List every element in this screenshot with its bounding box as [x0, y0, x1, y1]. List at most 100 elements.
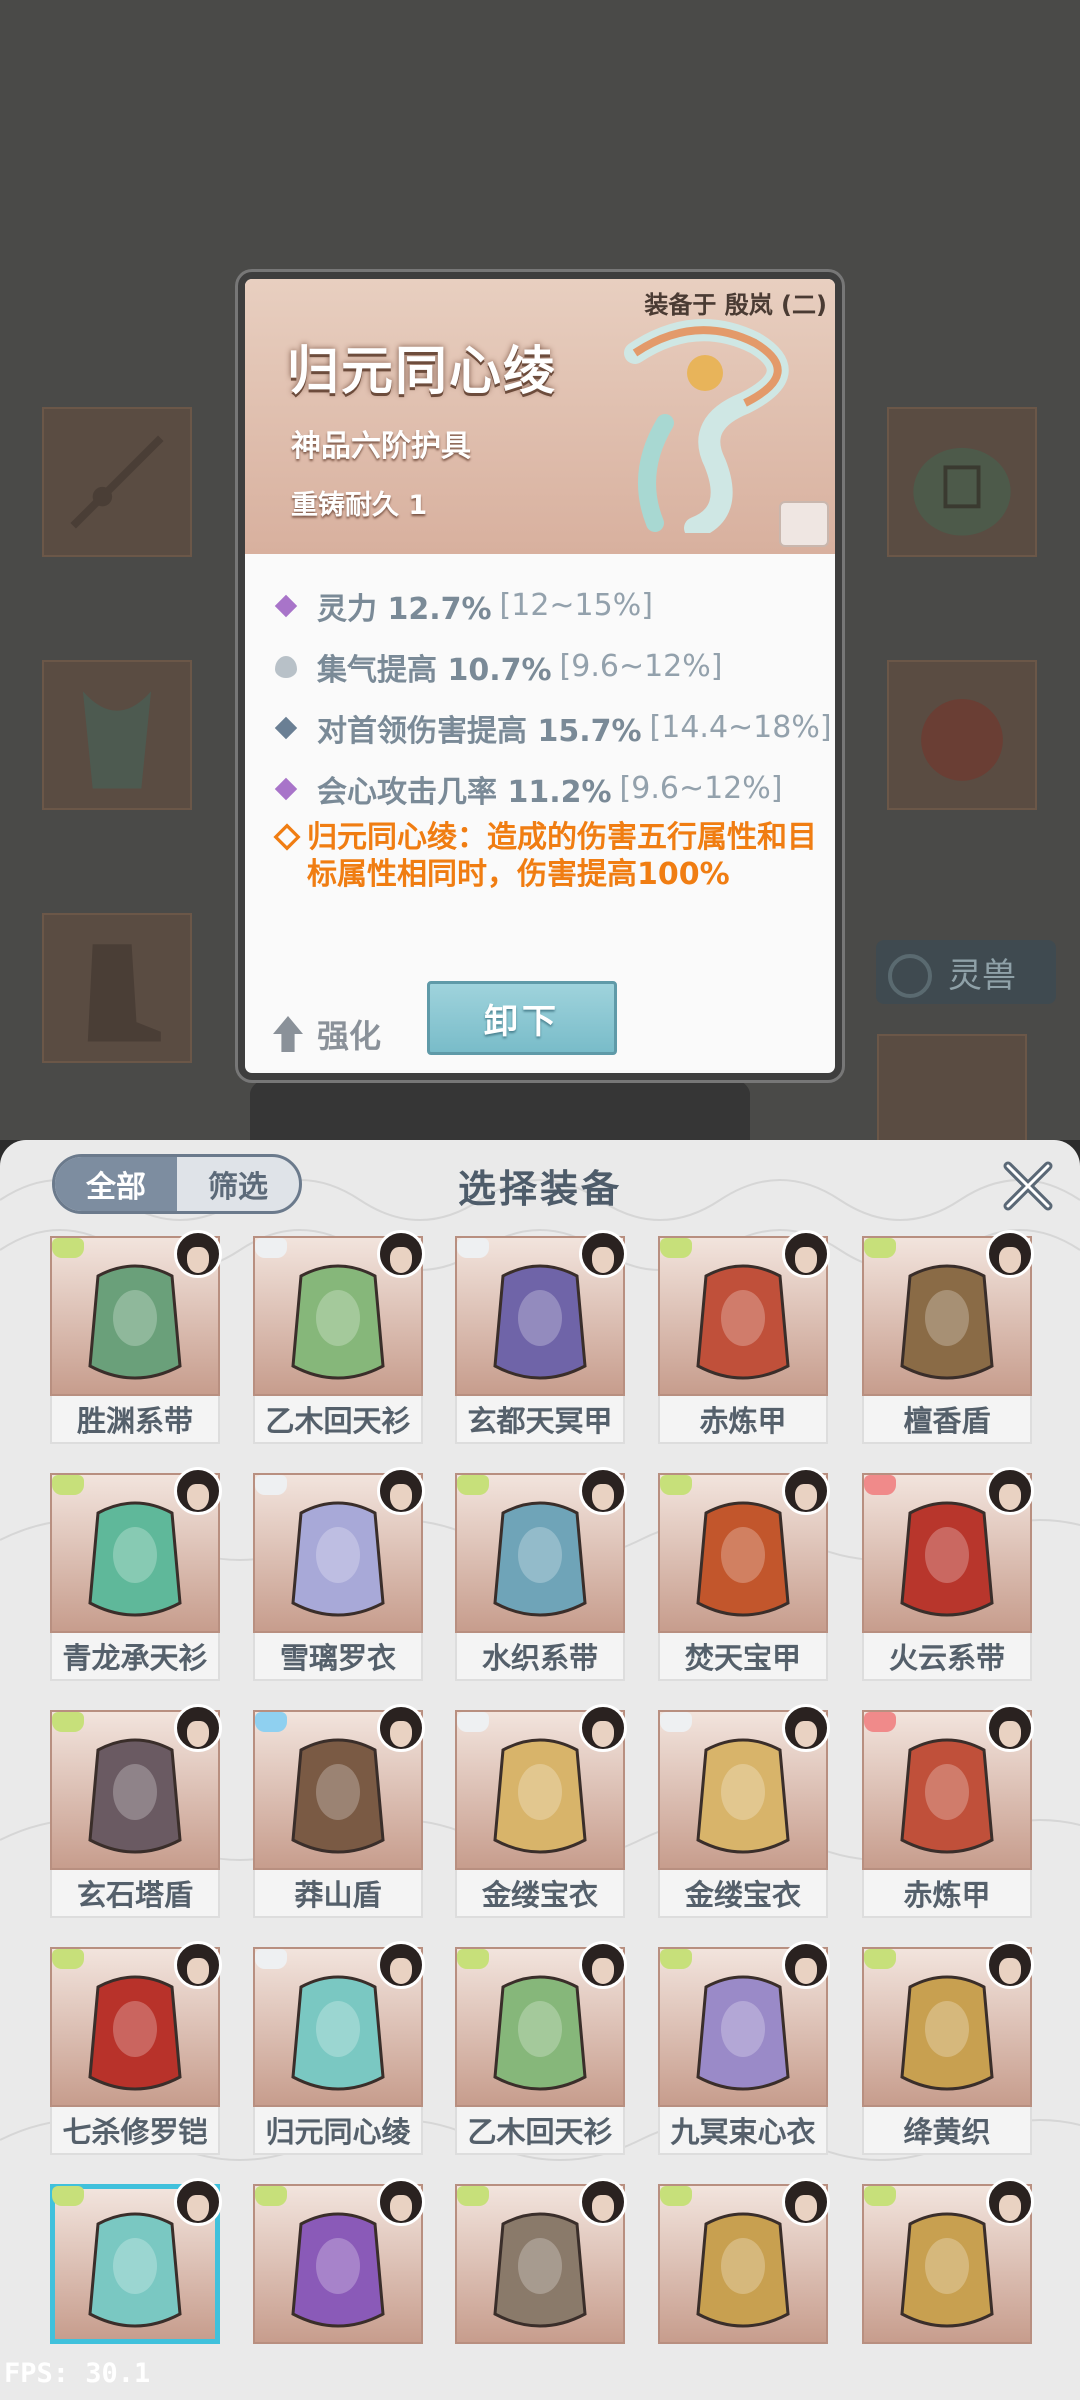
pet-tab-label: 灵兽 — [948, 955, 1016, 996]
equipment-name: 胜渊系带 — [50, 1396, 220, 1444]
stat-text: 灵力 12.7% — [317, 591, 492, 627]
equipment-card[interactable]: 九冥束心衣 — [658, 1941, 830, 2157]
attribute-badge-icon — [457, 1475, 489, 1495]
arrow-up-icon — [273, 1016, 303, 1052]
equipment-card[interactable] — [455, 2178, 627, 2394]
equipment-card[interactable]: 胜渊系带 — [50, 1230, 222, 1446]
equipment-art-icon — [88, 1975, 182, 2091]
equipment-name: 檀香盾 — [862, 1396, 1032, 1444]
owner-avatar — [579, 1467, 627, 1515]
equipment-card[interactable]: 绛黄织 — [862, 1941, 1034, 2157]
owner-avatar — [986, 2178, 1034, 2226]
equipment-art-icon — [291, 1264, 385, 1380]
equipment-card[interactable]: 乙木回天衫 — [253, 1230, 425, 1446]
owner-avatar — [782, 2178, 830, 2226]
equip-slot-weapon — [42, 407, 192, 557]
enhance-button[interactable]: 强化 — [273, 1011, 381, 1057]
stat-text: 对首领伤害提高 15.7% — [317, 713, 642, 749]
stat-row: 集气提高 10.7% [9.6~12%] — [275, 636, 835, 697]
attribute-badge-icon — [255, 1238, 287, 1258]
equip-slot-boots — [42, 913, 192, 1063]
owner-avatar — [782, 1704, 830, 1752]
stat-range: [9.6~12%] — [559, 649, 723, 684]
panel-title: 选择装备 — [457, 1167, 622, 1211]
equip-slot-pouch — [887, 407, 1037, 557]
select-equipment-panel: 全部 筛选 选择装备 胜渊系带 乙木回天衫 玄都天冥甲 赤炼甲 檀香盾 青龙承天衫 雪璃罗衣… — [0, 1140, 1080, 2400]
attribute-badge-icon — [864, 1475, 896, 1495]
equipment-name: 雪璃罗衣 — [253, 1633, 423, 1681]
item-durability: 重铸耐久 1 — [291, 490, 428, 521]
equipment-card[interactable] — [658, 2178, 830, 2394]
equipment-card[interactable]: 赤炼甲 — [862, 1704, 1034, 1920]
item-detail-popup: 装备于 殷岚 (二) 归元同心绫 神品六阶护具 重铸耐久 1 灵力 12.7%[… — [238, 272, 842, 1080]
equipment-art-icon — [493, 1264, 587, 1380]
equipment-card[interactable]: 檀香盾 — [862, 1230, 1034, 1446]
item-stats: 灵力 12.7% [12~15%] 集气提高 10.7% [9.6~12%] 对首领… — [274, 575, 835, 819]
owner-avatar — [782, 1467, 830, 1515]
pet-tab[interactable]: 灵兽 — [876, 940, 1056, 1004]
owner-avatar — [579, 1941, 627, 1989]
equipment-name: 玄石塔盾 — [50, 1870, 220, 1918]
equipment-card[interactable]: 莽山盾 — [253, 1704, 425, 1920]
flame-icon — [275, 655, 297, 678]
equipment-art-icon — [291, 1501, 385, 1617]
attribute-badge-icon — [457, 1712, 489, 1732]
equipment-name: 莽山盾 — [253, 1870, 423, 1918]
owner-avatar — [377, 1467, 425, 1515]
equipment-card[interactable]: 青龙承天衫 — [50, 1467, 222, 1683]
attribute-badge-icon — [864, 2186, 896, 2206]
equipment-art-icon — [291, 1975, 385, 2091]
equipment-art-icon — [88, 1738, 182, 1854]
chest-icon[interactable] — [779, 501, 829, 547]
equipment-art-icon — [696, 1975, 790, 2091]
item-art-ribbon — [624, 319, 789, 533]
equipment-card[interactable]: 归元同心绫 — [253, 1941, 425, 2157]
enhance-label: 强化 — [317, 1017, 382, 1055]
owner-avatar — [377, 1704, 425, 1752]
owner-avatar — [174, 1704, 222, 1752]
equipment-card[interactable]: 金缕宝衣 — [455, 1704, 627, 1920]
equipment-card[interactable]: 焚天宝甲 — [658, 1467, 830, 1683]
equipment-art-icon — [696, 2212, 790, 2328]
blue-diamond-icon — [274, 716, 298, 739]
owner-avatar — [986, 1704, 1034, 1752]
stat-range: [12~15%] — [499, 588, 653, 623]
equipment-card[interactable]: 金缕宝衣 — [658, 1704, 830, 1920]
equipment-art-icon — [696, 1501, 790, 1617]
equipment-card[interactable]: 水织系带 — [455, 1467, 627, 1683]
equipment-name: 焚天宝甲 — [658, 1633, 828, 1681]
equipment-name: 金缕宝衣 — [455, 1870, 625, 1918]
equipment-name: 乙木回天衫 — [253, 1396, 423, 1444]
equipment-card[interactable] — [253, 2178, 425, 2394]
equipment-art-icon — [88, 1501, 182, 1617]
close-icon[interactable] — [1000, 1158, 1056, 1214]
equipment-name: 金缕宝衣 — [658, 1870, 828, 1918]
equipment-card[interactable]: 雪璃罗衣 — [253, 1467, 425, 1683]
stat-row: 会心攻击几率 11.2% [9.6~12%] — [274, 758, 835, 819]
equipment-name: 青龙承天衫 — [50, 1633, 220, 1681]
attribute-badge-icon — [52, 1949, 84, 1969]
attribute-badge-icon — [52, 1475, 84, 1495]
equipment-name: 赤炼甲 — [862, 1870, 1032, 1918]
equipment-art-icon — [493, 2212, 587, 2328]
owner-avatar — [174, 1467, 222, 1515]
equipment-art-icon — [88, 2212, 182, 2328]
attribute-badge-icon — [660, 1949, 692, 1969]
equipment-card[interactable]: 玄都天冥甲 — [455, 1230, 627, 1446]
equipment-card[interactable] — [862, 2178, 1034, 2394]
attribute-badge-icon — [255, 1475, 287, 1495]
equipment-name: 赤炼甲 — [658, 1396, 828, 1444]
owner-avatar — [782, 1941, 830, 1989]
equipment-name: 绛黄织 — [862, 2107, 1032, 2155]
attribute-badge-icon — [864, 1712, 896, 1732]
unequip-button[interactable]: 卸下 — [427, 981, 617, 1055]
equipment-card[interactable]: 乙木回天衫 — [455, 1941, 627, 2157]
stat-row: 灵力 12.7% [12~15%] — [274, 575, 835, 636]
equipment-card[interactable]: 七杀修罗铠 — [50, 1941, 222, 2157]
owner-avatar — [377, 1941, 425, 1989]
equipment-name: 九冥束心衣 — [658, 2107, 828, 2155]
equipment-card[interactable]: 火云系带 — [862, 1467, 1034, 1683]
equipment-card[interactable]: 赤炼甲 — [658, 1230, 830, 1446]
equipment-card[interactable]: 玄石塔盾 — [50, 1704, 222, 1920]
pet-slot[interactable] — [877, 1034, 1027, 1144]
